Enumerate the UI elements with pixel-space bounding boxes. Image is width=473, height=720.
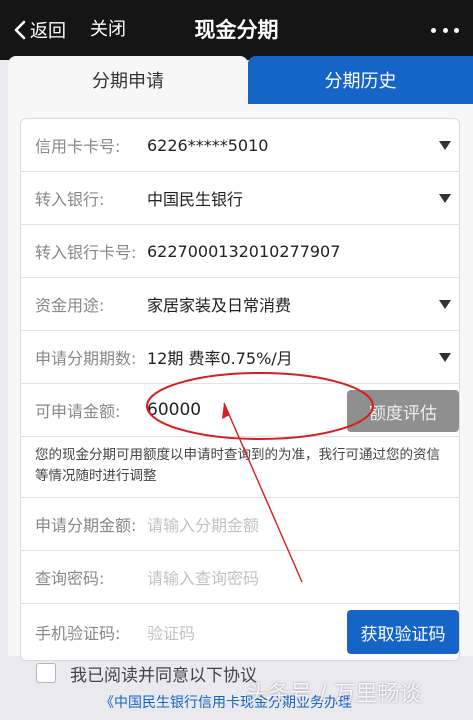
amount-row: 申请分期金额: 请输入分期金额	[21, 498, 459, 551]
dot-icon	[442, 27, 448, 33]
periods-value: 12期 费率0.75%/月	[147, 349, 293, 368]
close-button[interactable]: 关闭	[90, 14, 126, 46]
available-amount-row: 可申请金额: 60000 额度评估	[21, 384, 459, 437]
dot-icon	[431, 27, 436, 33]
installment-form: 信用卡卡号: 6226*****5010 转入银行: 中国民生银行 转入银行卡号…	[20, 118, 460, 661]
tab-bar: 分期申请 分期历史	[8, 56, 473, 104]
amount-label: 申请分期金额:	[35, 516, 137, 535]
purpose-select[interactable]: 资金用途: 家居家装及日常消费	[21, 278, 459, 331]
agreement-text: 我已阅读并同意以下协议	[70, 665, 257, 686]
card-number-label: 信用卡卡号:	[35, 137, 121, 156]
amount-input[interactable]: 请输入分期金额	[147, 512, 259, 536]
available-amount-value: 60000	[147, 400, 202, 420]
back-label: 返回	[30, 21, 66, 42]
card-number-value: 6226*****5010	[147, 135, 269, 155]
periods-select[interactable]: 申请分期期数: 12期 费率0.75%/月	[21, 331, 459, 384]
quota-evaluate-button[interactable]: 额度评估	[347, 390, 459, 432]
card-number-select[interactable]: 信用卡卡号: 6226*****5010	[21, 119, 459, 172]
tab-history[interactable]: 分期历史	[248, 56, 473, 104]
agreement-row: 我已阅读并同意以下协议	[28, 658, 257, 688]
page-title: 现金分期	[194, 18, 279, 42]
purpose-value: 家居家装及日常消费	[147, 296, 292, 315]
sms-code-input[interactable]: 验证码	[147, 620, 195, 644]
bank-card-row: 转入银行卡号: 6227000132010277907	[21, 225, 459, 278]
top-nav-bar: 返回 关闭 现金分期	[0, 0, 473, 60]
caret-down-icon	[439, 141, 451, 150]
quota-note: 您的现金分期可用额度以申请时查询到的为准，我行可通过您的资信等情况随时进行调整	[21, 437, 459, 498]
agreement-checkbox[interactable]	[36, 663, 56, 683]
bank-value: 中国民生银行	[147, 190, 244, 209]
password-row: 查询密码: 请输入查询密码	[21, 551, 459, 604]
watermark-text: 头条号 / 万里畅谈	[246, 682, 422, 707]
bank-select[interactable]: 转入银行: 中国民生银行	[21, 172, 459, 225]
form-card: 信用卡卡号: 6226*****5010 转入银行: 中国民生银行 转入银行卡号…	[8, 104, 473, 661]
caret-down-icon	[439, 194, 451, 203]
sms-label: 手机验证码:	[35, 624, 121, 643]
bank-label: 转入银行:	[35, 190, 105, 209]
bank-card-label: 转入银行卡号:	[35, 243, 137, 262]
dot-icon	[454, 27, 459, 33]
available-amount-label: 可申请金额:	[35, 402, 121, 421]
caret-down-icon	[439, 353, 451, 362]
password-label: 查询密码:	[35, 569, 105, 588]
tab-apply[interactable]: 分期申请	[8, 56, 248, 104]
caret-down-icon	[439, 300, 451, 309]
password-input[interactable]: 请输入查询密码	[147, 565, 259, 589]
more-menu-button[interactable]	[427, 14, 463, 46]
back-button[interactable]: 返回	[14, 14, 66, 46]
periods-label: 申请分期期数:	[35, 349, 137, 368]
get-sms-code-button[interactable]: 获取验证码	[347, 610, 459, 654]
purpose-label: 资金用途:	[35, 296, 105, 315]
chevron-left-icon	[14, 20, 26, 40]
bank-card-value: 6227000132010277907	[147, 241, 341, 261]
sms-row: 手机验证码: 验证码 获取验证码	[21, 604, 459, 660]
